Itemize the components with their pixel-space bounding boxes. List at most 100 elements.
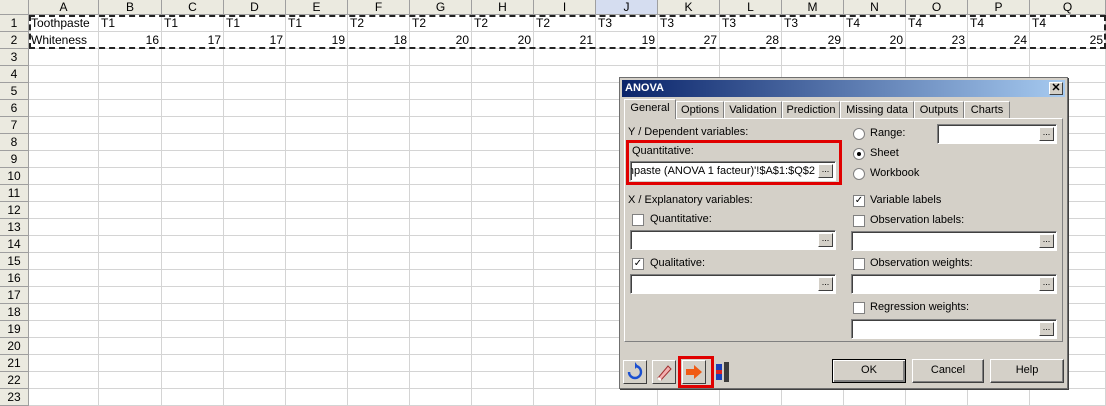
cell[interactable] <box>410 389 472 406</box>
cell[interactable] <box>410 151 472 168</box>
column-header-f[interactable]: F <box>348 0 410 15</box>
cell[interactable] <box>286 253 348 270</box>
row-header-3[interactable]: 3 <box>0 49 29 66</box>
row-header-6[interactable]: 6 <box>0 100 29 117</box>
x-qualitative-input[interactable]: ... <box>630 274 836 294</box>
row-header-14[interactable]: 14 <box>0 236 29 253</box>
cell[interactable] <box>162 253 224 270</box>
cell[interactable] <box>410 321 472 338</box>
cell[interactable]: 29 <box>782 32 844 49</box>
ok-button[interactable]: OK <box>832 359 906 383</box>
cell[interactable] <box>99 100 162 117</box>
cell[interactable] <box>99 185 162 202</box>
cell[interactable] <box>162 321 224 338</box>
cell[interactable] <box>472 338 534 355</box>
cell[interactable] <box>29 304 99 321</box>
observation-labels-range-button[interactable]: ... <box>1039 234 1054 248</box>
x-qualitative-checkbox[interactable]: ✓ <box>632 258 644 270</box>
cell[interactable] <box>968 389 1030 406</box>
y-quantitative-input[interactable]: npaste (ANOVA 1 facteur)'!$A$1:$Q$2 ... <box>630 161 836 181</box>
cell[interactable] <box>472 321 534 338</box>
column-header-n[interactable]: N <box>844 0 906 15</box>
cell[interactable] <box>29 270 99 287</box>
range-radio[interactable] <box>853 128 865 140</box>
cell[interactable] <box>410 117 472 134</box>
cell[interactable] <box>348 185 410 202</box>
help-button[interactable]: Help <box>990 359 1064 383</box>
cell[interactable] <box>162 134 224 151</box>
cell[interactable] <box>29 236 99 253</box>
cell[interactable] <box>99 355 162 372</box>
cell[interactable]: T3 <box>782 15 844 32</box>
cell[interactable]: 18 <box>348 32 410 49</box>
cell[interactable]: T4 <box>1030 15 1106 32</box>
tab-general[interactable]: General <box>624 99 676 119</box>
cell[interactable] <box>29 168 99 185</box>
row-header-21[interactable]: 21 <box>0 355 29 372</box>
regression-weights-input[interactable]: ... <box>851 319 1057 339</box>
row-header-15[interactable]: 15 <box>0 253 29 270</box>
cell[interactable] <box>162 49 224 66</box>
workbook-radio[interactable] <box>853 168 865 180</box>
cell[interactable] <box>286 219 348 236</box>
row-header-5[interactable]: 5 <box>0 83 29 100</box>
cell[interactable] <box>162 100 224 117</box>
row-header-17[interactable]: 17 <box>0 287 29 304</box>
row-header-22[interactable]: 22 <box>0 372 29 389</box>
cell[interactable] <box>410 236 472 253</box>
column-header-q[interactable]: Q <box>1030 0 1106 15</box>
cell[interactable] <box>29 287 99 304</box>
cell[interactable]: T2 <box>534 15 596 32</box>
range-input[interactable]: ... <box>937 124 1057 144</box>
cell[interactable] <box>472 236 534 253</box>
cell[interactable] <box>410 202 472 219</box>
cell[interactable] <box>29 219 99 236</box>
cell[interactable] <box>224 304 286 321</box>
cell[interactable] <box>348 270 410 287</box>
cell[interactable] <box>472 287 534 304</box>
cell[interactable] <box>348 83 410 100</box>
reset-button[interactable] <box>623 360 647 384</box>
cell[interactable] <box>286 372 348 389</box>
cell[interactable] <box>29 372 99 389</box>
cell[interactable] <box>99 219 162 236</box>
row-header-13[interactable]: 13 <box>0 219 29 236</box>
cell[interactable] <box>162 287 224 304</box>
cell[interactable] <box>286 236 348 253</box>
column-header-i[interactable]: I <box>534 0 596 15</box>
cell[interactable] <box>162 270 224 287</box>
cell[interactable] <box>472 355 534 372</box>
cell[interactable]: T1 <box>99 15 162 32</box>
cell[interactable] <box>534 372 596 389</box>
cell[interactable] <box>224 253 286 270</box>
cell[interactable] <box>720 49 782 66</box>
cell[interactable] <box>472 304 534 321</box>
x-quantitative-range-button[interactable]: ... <box>818 233 833 247</box>
cell[interactable] <box>534 389 596 406</box>
close-button[interactable]: ✕ <box>1049 82 1063 95</box>
select-all-corner[interactable] <box>0 0 29 15</box>
cell[interactable] <box>1030 49 1106 66</box>
cell[interactable]: 24 <box>968 32 1030 49</box>
y-quantitative-range-button[interactable]: ... <box>818 164 833 178</box>
cell[interactable] <box>410 219 472 236</box>
cell[interactable] <box>348 49 410 66</box>
cell[interactable] <box>162 202 224 219</box>
cell[interactable]: T4 <box>968 15 1030 32</box>
row-header-16[interactable]: 16 <box>0 270 29 287</box>
cancel-button[interactable]: Cancel <box>912 359 984 383</box>
cell[interactable] <box>968 49 1030 66</box>
cell[interactable] <box>99 321 162 338</box>
cell[interactable] <box>472 117 534 134</box>
cell[interactable] <box>29 253 99 270</box>
column-header-p[interactable]: P <box>968 0 1030 15</box>
cell[interactable] <box>29 355 99 372</box>
cell[interactable] <box>410 83 472 100</box>
cell[interactable] <box>348 355 410 372</box>
next-button[interactable] <box>682 360 706 384</box>
cell[interactable] <box>596 49 658 66</box>
row-header-23[interactable]: 23 <box>0 389 29 406</box>
cell[interactable] <box>410 287 472 304</box>
cell[interactable] <box>472 151 534 168</box>
cell[interactable] <box>224 219 286 236</box>
